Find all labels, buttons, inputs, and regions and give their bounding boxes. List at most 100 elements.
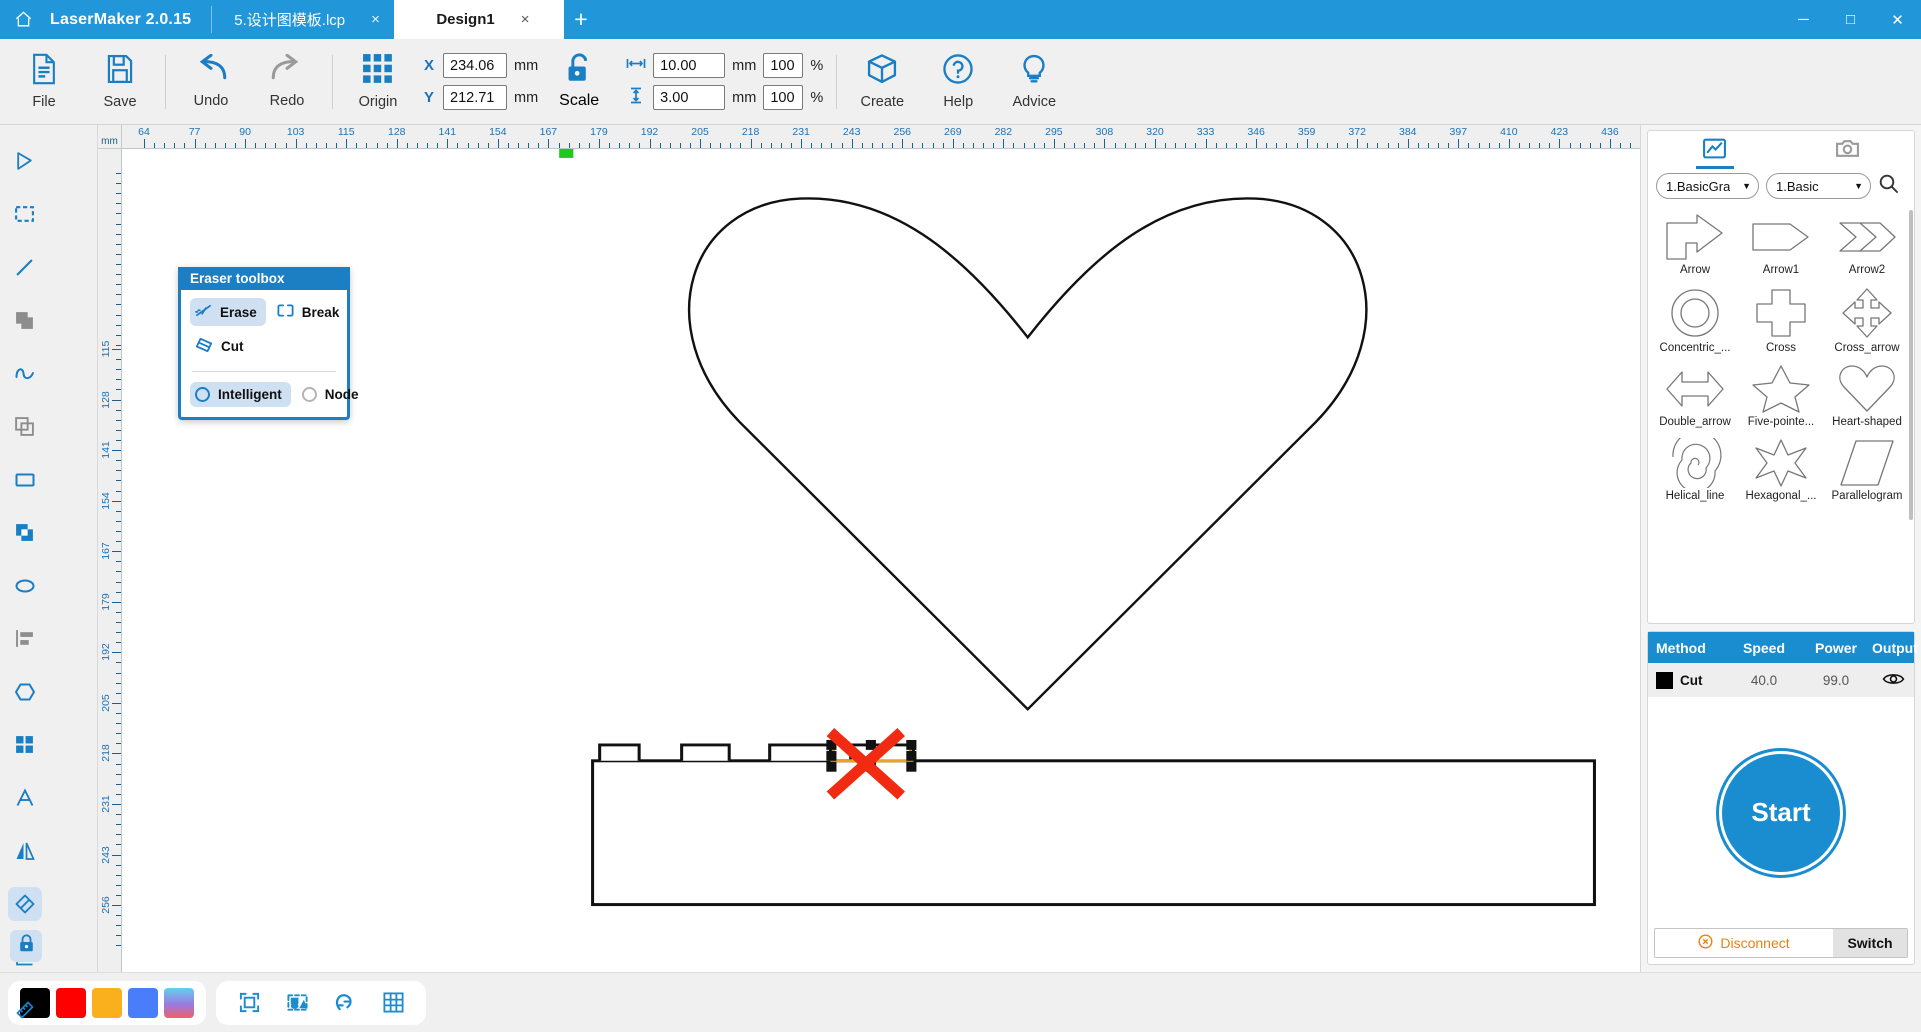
horizontal-ruler[interactable]: 64 77 90 103 115 128 141 154 167 179 192 205 218 231 2… bbox=[122, 125, 1640, 149]
grid-toggle-button[interactable] bbox=[372, 985, 414, 1021]
home-icon[interactable] bbox=[0, 0, 46, 39]
shape-cross-arrow[interactable]: Cross_arrow bbox=[1824, 282, 1910, 360]
ruler-tick-label: 320 bbox=[1146, 126, 1164, 138]
ruler-tick bbox=[116, 223, 121, 225]
canvas-area[interactable]: mm 64 77 90 103 115 128 141 154 167 179 192 205 218 2… bbox=[98, 125, 1640, 972]
color-swatch-red[interactable] bbox=[56, 987, 86, 1018]
redo-button[interactable]: Redo bbox=[249, 44, 325, 120]
maximize-icon[interactable]: □ bbox=[1827, 0, 1874, 39]
measure-tool[interactable] bbox=[0, 983, 49, 1032]
eraser-toolbox-panel[interactable]: Eraser toolbox Erase Break Cut Intellige… bbox=[178, 267, 359, 420]
height-input[interactable]: 3.00 bbox=[653, 85, 726, 110]
table-row[interactable]: Cut 40.0 99.0 bbox=[1648, 663, 1914, 697]
shape-arrow1[interactable]: Arrow1 bbox=[1738, 208, 1824, 282]
color-swatch-orange[interactable] bbox=[92, 987, 122, 1018]
polygon-tool[interactable] bbox=[0, 665, 49, 718]
power-value[interactable]: 99.0 bbox=[1800, 673, 1872, 688]
layer-color-swatch[interactable] bbox=[1656, 671, 1673, 689]
ruler-tick bbox=[116, 419, 121, 421]
ruler-tick bbox=[275, 143, 277, 148]
ruler-tick bbox=[1609, 139, 1611, 148]
ruler-tick bbox=[710, 143, 712, 148]
ruler-tick bbox=[952, 139, 954, 148]
close-icon[interactable]: × bbox=[521, 12, 530, 27]
shape-heart[interactable]: Heart-shaped bbox=[1824, 360, 1910, 434]
y-position-input[interactable]: 212.71 bbox=[443, 85, 507, 110]
tab-design-template[interactable]: 5.设计图模板.lcp × bbox=[212, 0, 394, 39]
new-tab-button[interactable]: + bbox=[564, 0, 598, 39]
select-objects-button[interactable] bbox=[276, 985, 318, 1021]
shape-double-arrow[interactable]: Double_arrow bbox=[1652, 360, 1738, 434]
array-tool[interactable] bbox=[0, 718, 49, 771]
shape-cross[interactable]: Cross bbox=[1738, 282, 1824, 360]
library-scrollbar[interactable] bbox=[1909, 210, 1913, 520]
width-percent-input[interactable]: 100 bbox=[763, 53, 804, 78]
save-button[interactable]: Save bbox=[82, 44, 158, 120]
file-button[interactable]: File bbox=[6, 44, 82, 120]
height-percent-input[interactable]: 100 bbox=[763, 85, 804, 110]
ruler-tick bbox=[116, 682, 121, 684]
shape-arrow[interactable]: Arrow bbox=[1652, 208, 1738, 282]
ruler-tick bbox=[1630, 143, 1632, 148]
lock-button[interactable] bbox=[10, 930, 42, 962]
arrow1-shape bbox=[1752, 223, 1809, 251]
tab-design1[interactable]: Design1 × bbox=[393, 0, 564, 39]
marquee-tool[interactable] bbox=[0, 188, 49, 241]
scale-lock-button[interactable]: Scale bbox=[542, 53, 616, 110]
magnet-snap-button[interactable] bbox=[324, 985, 366, 1021]
shape-concentric[interactable]: Concentric_... bbox=[1652, 282, 1738, 360]
width-input[interactable]: 10.00 bbox=[653, 53, 726, 78]
eraser-tool[interactable] bbox=[0, 877, 49, 930]
ellipse-tool[interactable] bbox=[0, 559, 49, 612]
output-toggle[interactable] bbox=[1872, 671, 1914, 690]
fit-to-frame-button[interactable] bbox=[228, 985, 270, 1021]
intersect-tool[interactable] bbox=[0, 506, 49, 559]
start-button[interactable]: Start bbox=[1722, 753, 1840, 872]
file-icon bbox=[29, 53, 59, 90]
shape-hexagonal-star[interactable]: Hexagonal_... bbox=[1738, 434, 1824, 508]
disconnect-button[interactable]: Disconnect bbox=[1655, 929, 1833, 957]
subtract-tool[interactable] bbox=[0, 400, 49, 453]
library-filters: 1.BasicGra ▼ 1.Basic ▼ bbox=[1648, 171, 1914, 206]
text-tool[interactable] bbox=[0, 771, 49, 824]
category-select[interactable]: 1.BasicGra ▼ bbox=[1656, 173, 1759, 199]
color-swatch-gradient[interactable] bbox=[164, 987, 194, 1018]
select-tool[interactable] bbox=[0, 135, 49, 188]
line-tool[interactable] bbox=[0, 241, 49, 294]
union-tool[interactable] bbox=[0, 294, 49, 347]
shape-library-tab[interactable] bbox=[1648, 131, 1781, 171]
help-button[interactable]: Help bbox=[920, 44, 996, 120]
curve-tool[interactable] bbox=[0, 347, 49, 400]
close-window-icon[interactable]: ✕ bbox=[1874, 0, 1921, 39]
minimize-icon[interactable]: ─ bbox=[1780, 0, 1827, 39]
close-icon[interactable]: × bbox=[371, 12, 380, 27]
ruler-tick bbox=[116, 824, 121, 826]
speed-value[interactable]: 40.0 bbox=[1728, 673, 1800, 688]
x-position-input[interactable]: 234.06 bbox=[443, 53, 507, 78]
color-swatch-blue[interactable] bbox=[128, 987, 158, 1018]
node-radio[interactable]: Node bbox=[297, 382, 368, 407]
subcategory-select[interactable]: 1.Basic ▼ bbox=[1766, 173, 1871, 199]
shape-arrow2[interactable]: Arrow2 bbox=[1824, 208, 1910, 282]
advice-button[interactable]: Advice bbox=[996, 44, 1072, 120]
break-button[interactable]: Break bbox=[272, 298, 349, 326]
intelligent-radio[interactable]: Intelligent bbox=[190, 382, 291, 407]
create-button[interactable]: Create bbox=[844, 44, 920, 120]
vertical-ruler[interactable]: 115 128 141 154 167 179 192 205 218 231 243 256 bbox=[98, 149, 122, 972]
search-icon[interactable] bbox=[1878, 173, 1899, 199]
origin-button[interactable]: Origin bbox=[340, 44, 416, 120]
cut-button[interactable]: Cut bbox=[190, 332, 253, 361]
camera-tab[interactable] bbox=[1781, 131, 1914, 171]
ruler-tick bbox=[1347, 143, 1349, 148]
shape-helical-line[interactable]: Helical_line bbox=[1652, 434, 1738, 508]
shape-five-pointed-star[interactable]: Five-pointe... bbox=[1738, 360, 1824, 434]
align-tool[interactable] bbox=[0, 612, 49, 665]
switch-button[interactable]: Switch bbox=[1833, 929, 1907, 957]
ruler-tick bbox=[116, 294, 121, 296]
undo-button[interactable]: Undo bbox=[173, 44, 249, 120]
erase-button[interactable]: Erase bbox=[190, 298, 266, 326]
rectangle-tool[interactable] bbox=[0, 453, 49, 506]
chevron-down-icon: ▼ bbox=[1854, 181, 1863, 191]
mirror-tool[interactable] bbox=[0, 824, 49, 877]
shape-parallelogram[interactable]: Parallelogram bbox=[1824, 434, 1910, 508]
